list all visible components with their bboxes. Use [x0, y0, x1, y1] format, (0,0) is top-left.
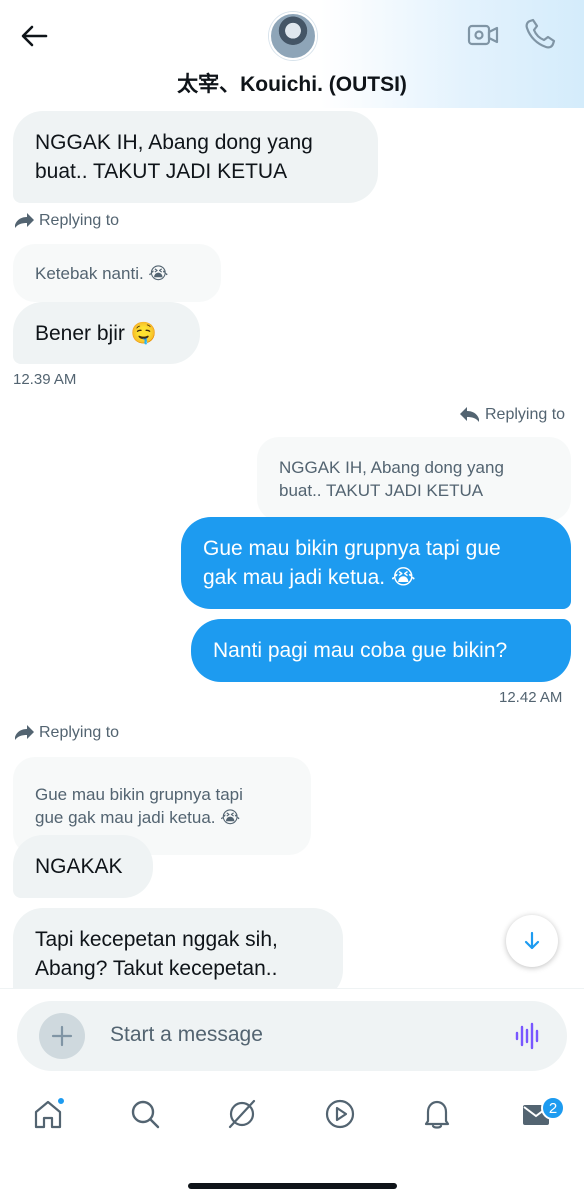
incoming-message[interactable]: Tapi kecepetan nggak sih, Abang? Takut k…: [13, 908, 343, 1000]
message-composer[interactable]: Start a message: [17, 1001, 567, 1071]
home-notification-dot: [56, 1096, 66, 1106]
quoted-message[interactable]: Ketebak nanti. 😭: [13, 244, 221, 302]
message-timestamp: 12.42 AM: [499, 689, 563, 706]
replying-to-label: Replying to: [13, 212, 119, 230]
arrow-down-icon: [524, 931, 540, 950]
search-icon[interactable]: [125, 1094, 165, 1134]
incoming-message[interactable]: NGGAK IH, Abang dong yang buat.. TAKUT J…: [13, 111, 378, 203]
replying-to-text: Replying to: [485, 406, 566, 423]
phone-icon[interactable]: [522, 16, 558, 52]
grok-icon[interactable]: [222, 1094, 262, 1134]
home-indicator: [188, 1183, 397, 1189]
composer-area: Start a message: [0, 988, 584, 1080]
reply-arrow-icon: [460, 407, 479, 422]
plus-icon: [51, 1025, 73, 1047]
quoted-message[interactable]: NGGAK IH, Abang dong yang buat.. TAKUT J…: [257, 437, 571, 521]
notifications-icon[interactable]: [417, 1094, 457, 1134]
replying-to-text: Replying to: [39, 724, 120, 741]
messages-badge: 2: [541, 1096, 565, 1120]
video-icon[interactable]: [320, 1094, 360, 1134]
replying-to-label: Replying to: [13, 724, 119, 742]
reply-arrow-icon: [15, 725, 34, 740]
incoming-message[interactable]: NGAKAK: [13, 835, 153, 898]
bottom-tab-bar: 2: [0, 1080, 584, 1200]
avatar[interactable]: [269, 12, 317, 60]
voice-message-icon[interactable]: [513, 1021, 543, 1051]
incoming-message[interactable]: Bener bjir 🤤: [13, 302, 200, 364]
back-arrow-icon[interactable]: [18, 20, 50, 52]
reply-arrow-icon: [15, 213, 34, 228]
scroll-to-bottom-button[interactable]: [506, 915, 558, 967]
replying-to-text: Replying to: [39, 212, 120, 229]
conversation-title[interactable]: 太宰、Kouichi. (OUTSI): [0, 68, 584, 98]
outgoing-message[interactable]: Nanti pagi mau coba gue bikin?: [191, 619, 571, 682]
video-camera-icon[interactable]: [466, 18, 500, 52]
message-input[interactable]: Start a message: [110, 1023, 263, 1047]
message-timestamp: 12.39 AM: [13, 371, 77, 388]
conversation-header: 太宰、Kouichi. (OUTSI): [0, 0, 584, 108]
outgoing-message[interactable]: Gue mau bikin grupnya tapi gue gak mau j…: [181, 517, 571, 609]
replying-to-label: Replying to: [459, 406, 565, 424]
add-media-button[interactable]: [39, 1013, 85, 1059]
